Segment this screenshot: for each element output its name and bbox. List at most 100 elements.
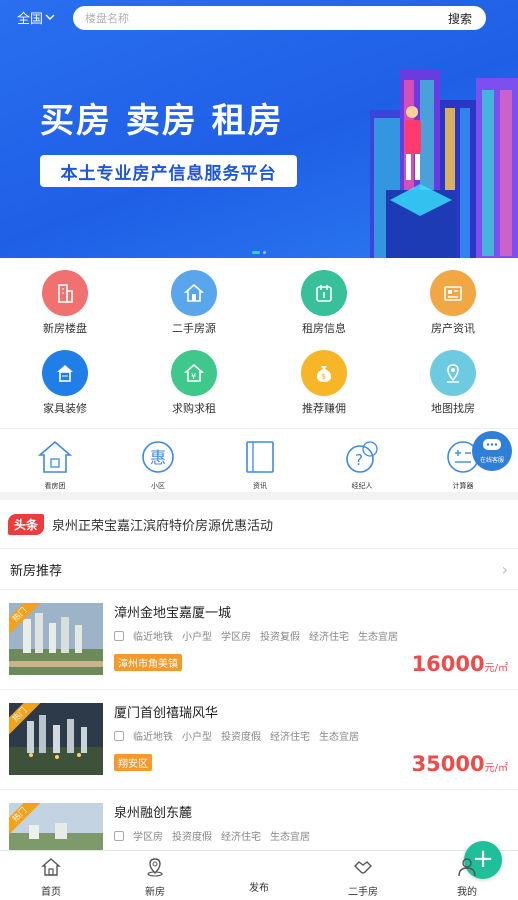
svg-text:?: ? (355, 451, 363, 469)
svg-text:¥: ¥ (191, 372, 196, 381)
section-title: 新房推荐 (10, 563, 63, 579)
bottom-tab-bar: 首页 新房 + 发布 二手房 我的 (0, 841, 518, 900)
price-value: 35000 (411, 752, 485, 776)
tool-label: 看房团 (44, 482, 66, 490)
news-tag: 头条 (8, 513, 45, 535)
grid-item-label: 租房信息 (302, 322, 346, 335)
listing-card[interactable]: 热门 泉州融创东麓 学区房 投资度假 经济住宅 生态宜居 (0, 790, 518, 850)
handshake-icon (354, 861, 372, 874)
listing-tags: 临近地铁 小户型 投资度假 经济住宅 生态宜居 (114, 728, 359, 743)
banner-subtitle: 本土专业房产信息服务平台 (40, 155, 297, 187)
listing-tag: 学区房 (133, 832, 163, 843)
grid-item-label: 地图找房 (431, 402, 475, 415)
tool-item-viewing[interactable]: 看房团 (15, 439, 95, 491)
user-icon (458, 858, 476, 877)
grid-item-map[interactable]: 地图找房 (398, 350, 508, 416)
listing-title: 泉州融创东麓 (114, 806, 193, 821)
tool-label: 计算器 (452, 482, 474, 490)
money-bag-icon: $ (301, 350, 347, 396)
listing-tag: 生态宜居 (319, 732, 359, 743)
listing-tag: 临近地铁 (133, 632, 173, 643)
grid-item-referral[interactable]: $ 推荐赚佣 (269, 350, 379, 416)
listing-tag: 投资度假 (172, 832, 212, 843)
tab-publish[interactable]: + 发布 (224, 841, 502, 894)
rent-icon (301, 270, 347, 316)
tool-item-community[interactable]: 惠 小区 (118, 439, 198, 491)
tool-label: 经纪人 (351, 482, 373, 490)
carousel-dot-active (252, 251, 260, 254)
tab-label: 我的 (457, 887, 477, 898)
listing-tag: 小户型 (182, 632, 212, 643)
tool-item-agent[interactable]: ? 经纪人 (322, 439, 402, 491)
listing-list: 热门 漳州金地宝嘉厦一城 临近地铁 小户型 学区房 投资复假 经济住宅 生态宜居… (0, 590, 518, 850)
question-bubble-icon: ? (346, 441, 378, 473)
listing-tag: 学区房 (221, 632, 251, 643)
tab-label: 新房 (145, 887, 165, 898)
listing-thumbnail: 热门 (9, 703, 103, 775)
house-outline-icon (37, 440, 73, 473)
grid-item-wanted[interactable]: ¥ 求购求租 (139, 350, 249, 416)
category-grid: 新房楼盘 二手房源 租房信息 房产资讯 家具装修 ¥ 求购求租 $ 推荐赚佣 地… (0, 258, 518, 428)
grid-item-resale[interactable]: 二手房源 (139, 270, 249, 336)
listing-tag: 临近地铁 (133, 732, 173, 743)
headline-news[interactable]: 头条 泉州正荣宝嘉江滨府特价房源优惠活动 (0, 500, 518, 548)
tab-label: 首页 (41, 887, 61, 898)
grid-item-decoration[interactable]: 家具装修 (10, 350, 120, 416)
wanted-icon: ¥ (171, 350, 217, 396)
price-unit: 元/㎡ (484, 663, 508, 674)
listing-title: 漳州金地宝嘉厦一城 (114, 606, 232, 621)
grid-item-news[interactable]: 房产资讯 (398, 270, 508, 336)
listing-card[interactable]: 热门 厦门首创禧瑞风华 临近地铁 小户型 投资度假 经济住宅 生态宜居 翔安区 … (0, 690, 518, 790)
building-small-icon (114, 830, 124, 841)
hero-banner[interactable]: 全国 楼盘名称 搜索 买房 卖房 租房 本土专业房产信息服务平台 (0, 0, 518, 258)
search-bar[interactable]: 楼盘名称 搜索 (73, 6, 486, 30)
divider (0, 492, 518, 500)
search-input[interactable]: 楼盘名称 (85, 10, 448, 26)
grid-item-rental[interactable]: 租房信息 (269, 270, 379, 336)
city-label: 全国 (17, 12, 44, 27)
online-service-label: 在线客服 (479, 457, 504, 464)
benefit-icon: 惠 (142, 441, 174, 473)
chevron-down-icon (45, 14, 55, 20)
price-unit: 元/㎡ (484, 763, 508, 774)
tab-new-homes[interactable]: 新房 (120, 857, 190, 898)
top-bar: 全国 楼盘名称 搜索 (0, 6, 518, 30)
house-icon (171, 270, 217, 316)
listing-card[interactable]: 热门 漳州金地宝嘉厦一城 临近地铁 小户型 学区房 投资复假 经济住宅 生态宜居… (0, 590, 518, 690)
listing-tags: 学区房 投资度假 经济住宅 生态宜居 (114, 828, 310, 843)
listing-tags: 临近地铁 小户型 学区房 投资复假 经济住宅 生态宜居 (114, 628, 398, 643)
listing-tag: 小户型 (182, 732, 212, 743)
tab-profile[interactable]: 我的 (432, 857, 502, 898)
grid-item-label: 求购求租 (172, 402, 216, 415)
city-selector[interactable]: 全国 (17, 8, 55, 27)
listing-tag: 经济住宅 (221, 832, 261, 843)
listing-thumbnail: 热门 (9, 803, 103, 850)
section-header-new-homes[interactable]: 新房推荐 › (0, 548, 518, 590)
listing-price: 16000元/㎡ (412, 652, 508, 676)
grid-item-label: 二手房源 (172, 322, 216, 335)
news-text[interactable]: 泉州正荣宝嘉江滨府特价房源优惠活动 (52, 515, 273, 534)
building-icon (42, 270, 88, 316)
listing-tag: 生态宜居 (358, 632, 398, 643)
grid-item-new-homes[interactable]: 新房楼盘 (10, 270, 120, 336)
carousel-indicator (252, 251, 266, 254)
banner-headline: 买房 卖房 租房 (40, 101, 284, 141)
tool-item-info[interactable]: 资讯 (220, 439, 300, 491)
benefit-glyph: 惠 (150, 448, 166, 467)
carousel-dot (263, 251, 266, 254)
listing-tag: 生态宜居 (270, 832, 310, 843)
grid-item-label: 新房楼盘 (43, 322, 87, 335)
book-icon (246, 441, 274, 473)
listing-location: 翔安区 (114, 754, 152, 771)
search-button[interactable]: 搜索 (448, 10, 472, 27)
grid-item-label: 推荐赚佣 (302, 402, 346, 415)
location-icon (147, 858, 163, 877)
listing-price: 35000元/㎡ (412, 752, 508, 776)
listing-tag: 投资度假 (221, 732, 261, 743)
online-service-button[interactable]: 在线客服 (472, 431, 512, 471)
tab-label: 发布 (249, 883, 269, 894)
tab-resale[interactable]: 二手房 (328, 857, 398, 898)
listing-location: 漳州市角美镇 (114, 654, 182, 671)
tab-home[interactable]: 首页 (16, 857, 86, 898)
listing-thumbnail: 热门 (9, 603, 103, 675)
